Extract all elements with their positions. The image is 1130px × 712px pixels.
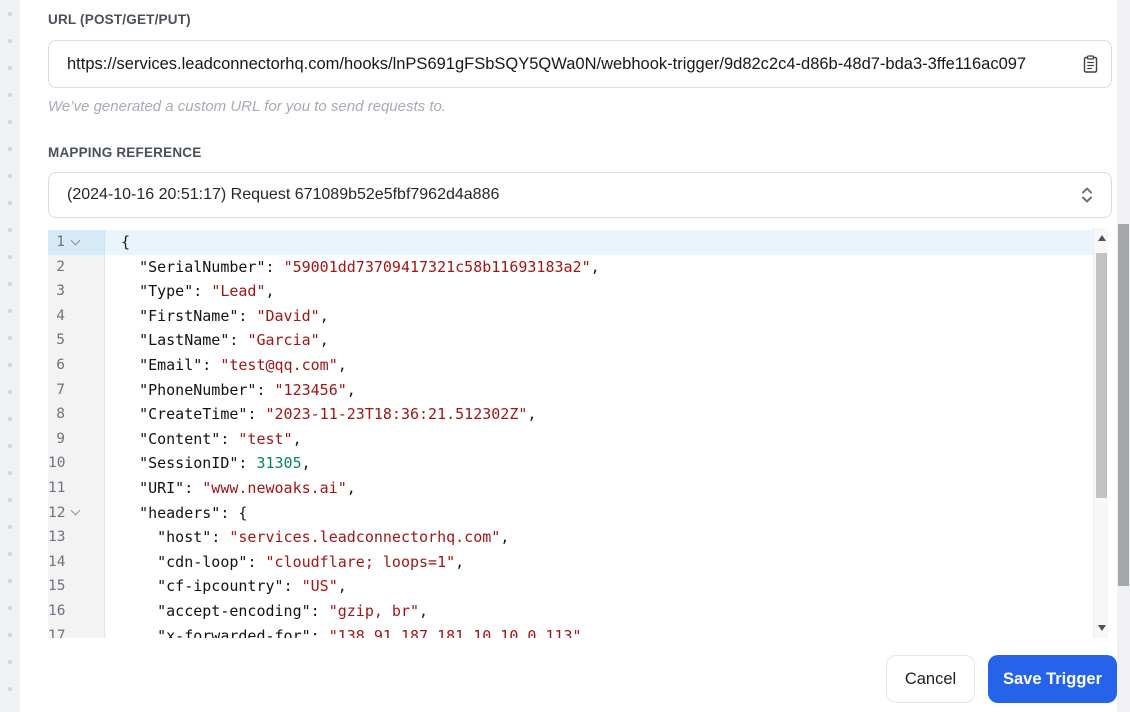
mapping-reference-selected-value: (2024-10-16 20:51:17) Request 671089b52e… <box>67 186 500 203</box>
code-line: 16 "accept-encoding": "gzip, br", <box>48 598 1093 624</box>
line-number-gutter: 11 <box>48 475 105 501</box>
line-number-gutter: 5 <box>48 328 105 353</box>
code-line: 15 "cf-ipcountry": "US", <box>48 574 1093 599</box>
code-line: 5 "LastName": "Garcia", <box>48 328 1093 353</box>
code-line: 17 "x-forwarded-for": "138.91.187.181,10… <box>48 623 1093 639</box>
editor-scroll-up-button[interactable] <box>1094 230 1108 246</box>
code-line: 6 "Email": "test@qq.com", <box>48 352 1093 378</box>
code-line-content: "Content": "test", <box>139 429 302 448</box>
code-line-content: "x-forwarded-for": "138.91.187.181,10.10… <box>157 626 591 639</box>
code-line-content: "Type": "Lead", <box>139 282 275 301</box>
code-line-content: "cdn-loop": "cloudflare; loops=1", <box>157 552 465 571</box>
url-field-label: URL (POST/GET/PUT) <box>48 12 191 27</box>
mapping-reference-label: MAPPING REFERENCE <box>48 145 202 160</box>
line-number-gutter: 17 <box>48 623 105 638</box>
line-number-gutter: 8 <box>48 402 105 427</box>
line-number-gutter: 14 <box>48 549 105 575</box>
page-scrollbar[interactable] <box>1117 0 1130 712</box>
line-number-gutter: 6 <box>48 352 105 378</box>
code-line-content: "CreateTime": "2023-11-23T18:36:21.51230… <box>139 405 537 424</box>
code-line-content: { <box>105 230 1093 255</box>
code-line-content: "URI": "www.newoaks.ai", <box>139 478 356 497</box>
code-line: 4 "FirstName": "David", <box>48 303 1093 329</box>
save-trigger-button[interactable]: Save Trigger <box>988 655 1117 703</box>
editor-scrollbar[interactable] <box>1093 228 1108 638</box>
code-line: 7 "PhoneNumber": "123456", <box>48 377 1093 403</box>
line-number-gutter: 12 <box>48 500 105 526</box>
code-editor-lines: 1{2 "SerialNumber": "59001dd73709417321c… <box>48 230 1093 638</box>
line-number-gutter: 4 <box>48 303 105 329</box>
editor-scrollbar-thumb[interactable] <box>1095 253 1107 498</box>
code-line: 10 "SessionID": 31305, <box>48 451 1093 476</box>
code-line: 11 "URI": "www.newoaks.ai", <box>48 475 1093 501</box>
webhook-url-field <box>48 40 1112 88</box>
fold-caret-icon[interactable] <box>70 505 81 516</box>
scroll-up-arrow-icon <box>1097 235 1106 241</box>
scroll-down-arrow-icon <box>1097 625 1106 631</box>
code-line-content: "accept-encoding": "gzip, br", <box>157 601 429 620</box>
copy-url-button[interactable] <box>1077 49 1103 79</box>
code-line: 8 "CreateTime": "2023-11-23T18:36:21.512… <box>48 402 1093 427</box>
code-line-content: "PhoneNumber": "123456", <box>139 380 356 399</box>
footer-actions: Cancel Save Trigger <box>886 655 1117 703</box>
code-line: 9 "Content": "test", <box>48 426 1093 452</box>
code-line-content: "headers": { <box>139 503 248 522</box>
select-up-down-chevrons-icon <box>1079 185 1095 205</box>
url-helper-text: We’ve generated a custom URL for you to … <box>48 98 446 115</box>
line-number-gutter: 13 <box>48 525 105 550</box>
left-dotted-strip <box>0 0 20 712</box>
code-line: 12 "headers": { <box>48 500 1093 526</box>
line-number-gutter: 9 <box>48 426 105 452</box>
code-line: 1{ <box>48 230 1093 255</box>
code-line-content: "SessionID": 31305, <box>139 454 311 473</box>
line-number-gutter: 2 <box>48 254 105 280</box>
code-line: 2 "SerialNumber": "59001dd73709417321c58… <box>48 254 1093 280</box>
fold-caret-icon[interactable] <box>70 235 81 246</box>
line-number-gutter: 15 <box>48 574 105 599</box>
code-line-content: "cf-ipcountry": "US", <box>157 577 347 596</box>
code-line-content: "FirstName": "David", <box>139 306 329 325</box>
line-number-gutter: 16 <box>48 598 105 624</box>
page-scrollbar-thumb[interactable] <box>1118 224 1129 586</box>
line-number-gutter: 7 <box>48 377 105 403</box>
mapping-reference-select[interactable]: (2024-10-16 20:51:17) Request 671089b52e… <box>48 172 1112 218</box>
json-payload-code-editor[interactable]: 1{2 "SerialNumber": "59001dd73709417321c… <box>48 228 1108 638</box>
code-line: 14 "cdn-loop": "cloudflare; loops=1", <box>48 549 1093 575</box>
code-line: 3 "Type": "Lead", <box>48 279 1093 304</box>
code-line-content: "Email": "test@qq.com", <box>139 355 347 374</box>
cancel-button[interactable]: Cancel <box>886 655 975 703</box>
code-line-content: "host": "services.leadconnectorhq.com", <box>157 528 510 547</box>
clipboard-icon <box>1083 55 1098 73</box>
line-number-gutter: 3 <box>48 279 105 304</box>
webhook-url-input[interactable] <box>49 54 1077 74</box>
code-line-content: "LastName": "Garcia", <box>139 331 329 350</box>
editor-scroll-down-button[interactable] <box>1094 620 1108 636</box>
line-number-gutter: 1 <box>48 230 105 255</box>
code-line: 13 "host": "services.leadconnectorhq.com… <box>48 525 1093 550</box>
code-line-content: "SerialNumber": "59001dd73709417321c58b1… <box>139 257 600 276</box>
line-number-gutter: 10 <box>48 451 105 476</box>
